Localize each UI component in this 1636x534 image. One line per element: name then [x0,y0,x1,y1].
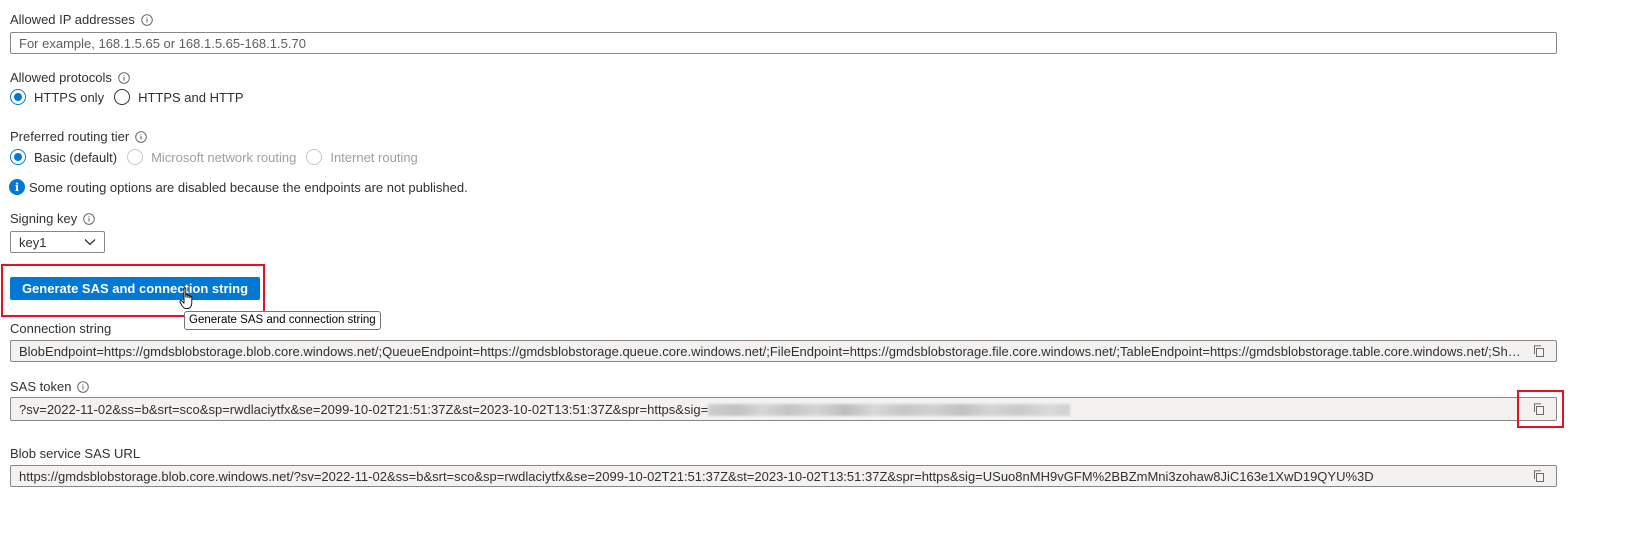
signing-key-label: Signing key [10,211,95,226]
generate-button-tooltip: Generate SAS and connection string [184,311,381,330]
chevron-down-icon [84,239,96,246]
radio-circle [306,149,323,165]
info-icon[interactable] [83,212,95,225]
radio-circle [114,89,131,105]
hand-pointer-icon [179,287,193,309]
allowed-ip-placeholder: For example, 168.1.5.65 or 168.1.5.65-16… [19,35,306,51]
sas-token-field[interactable]: ?sv=2022-11-02&ss=b&srt=sco&sp=rwdlaciyt… [10,397,1557,421]
signing-key-dropdown[interactable]: key1 [10,231,105,253]
radio-circle [10,89,26,105]
routing-info-note: i Some routing options are disabled beca… [9,179,468,195]
blob-sas-url-value: https://gmdsblobstorage.blob.core.window… [19,468,1374,484]
allowed-protocols-label: Allowed protocols [10,70,130,85]
sas-token-label: SAS token [10,379,90,394]
sas-token-value: ?sv=2022-11-02&ss=b&srt=sco&sp=rwdlaciyt… [19,402,1524,417]
connection-string-field[interactable]: BlobEndpoint=https://gmdsblobstorage.blo… [10,340,1557,362]
blob-sas-url-field[interactable]: https://gmdsblobstorage.blob.core.window… [10,465,1557,487]
radio-basic-default[interactable]: Basic (default) [10,149,117,165]
radio-https-only[interactable]: HTTPS only [10,89,104,105]
blob-sas-url-label: Blob service SAS URL [10,446,141,461]
redacted-signature [708,404,1071,417]
radio-circle [127,149,144,165]
generate-sas-button[interactable]: Generate SAS and connection string [10,277,260,300]
routing-tier-radio-group: Basic (default) Microsoft network routin… [10,149,428,165]
sas-token-copy-highlight [1517,390,1564,428]
radio-circle [10,149,26,165]
info-filled-icon: i [9,179,25,195]
connection-string-value: BlobEndpoint=https://gmdsblobstorage.blo… [19,343,1524,359]
allowed-protocols-radio-group: HTTPS only HTTPS and HTTP [10,89,254,105]
sas-settings-panel: Allowed IP addresses For example, 168.1.… [0,0,1636,534]
signing-key-selected: key1 [19,234,47,250]
info-icon[interactable] [141,13,153,26]
info-icon[interactable] [77,380,90,393]
info-icon[interactable] [118,71,130,84]
copy-icon[interactable] [1530,467,1548,485]
radio-microsoft-network-routing: Microsoft network routing [127,149,296,165]
allowed-ip-label: Allowed IP addresses [10,12,153,27]
routing-tier-label: Preferred routing tier [10,129,147,144]
radio-https-and-http[interactable]: HTTPS and HTTP [114,89,244,105]
connection-string-label: Connection string [10,321,112,336]
allowed-ip-input[interactable]: For example, 168.1.5.65 or 168.1.5.65-16… [10,32,1557,54]
radio-internet-routing: Internet routing [306,149,418,165]
copy-icon[interactable] [1530,342,1548,360]
info-icon[interactable] [135,130,147,143]
